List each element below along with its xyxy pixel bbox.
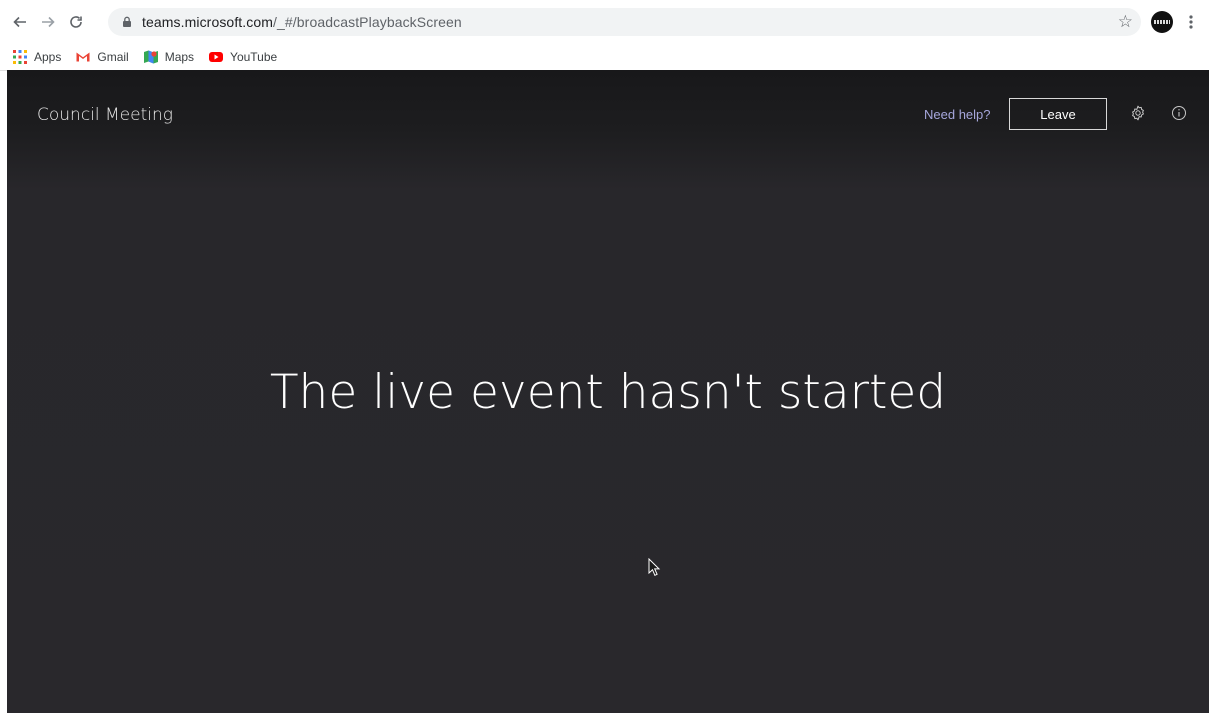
bookmark-gmail[interactable]: Gmail	[75, 49, 129, 65]
lock-icon	[123, 16, 131, 27]
url-path: /_#/broadcastPlaybackScreen	[273, 14, 462, 30]
bookmark-label: Maps	[164, 50, 195, 64]
live-event-page: Council Meeting Need help? Leave The liv…	[7, 70, 1209, 713]
youtube-icon	[209, 52, 224, 62]
bookmark-label: YouTube	[230, 50, 278, 64]
browser-toolbar: teams.microsoft.com/_#/broadcastPlayback…	[0, 0, 1209, 44]
profile-avatar[interactable]	[1151, 11, 1173, 33]
bookmark-label: Gmail	[97, 50, 129, 64]
bookmarks-bar: Apps Gmail Maps YouTube	[0, 44, 1209, 71]
reload-icon[interactable]	[64, 10, 88, 34]
event-status-message: The live event hasn't started	[269, 365, 947, 420]
maps-icon	[143, 50, 158, 64]
menu-kebab-icon[interactable]	[1183, 10, 1199, 34]
address-bar[interactable]: teams.microsoft.com/_#/broadcastPlayback…	[108, 8, 1141, 36]
info-icon[interactable]	[1171, 105, 1187, 121]
need-help-link[interactable]: Need help?	[924, 107, 991, 122]
bookmark-apps[interactable]: Apps	[12, 49, 61, 65]
bookmark-youtube[interactable]: YouTube	[208, 49, 277, 65]
bookmark-star-icon[interactable]: ☆	[1118, 13, 1133, 31]
leave-button[interactable]: Leave	[1009, 98, 1107, 130]
mouse-cursor-icon	[648, 558, 661, 576]
gmail-icon	[76, 52, 90, 62]
url-host: teams.microsoft.com	[142, 14, 274, 30]
apps-grid-icon	[13, 50, 27, 64]
settings-gear-icon[interactable]	[1130, 105, 1146, 121]
event-title: Council Meeting	[37, 105, 173, 125]
url-text: teams.microsoft.com/_#/broadcastPlayback…	[142, 14, 462, 30]
back-arrow-icon[interactable]	[8, 10, 32, 34]
forward-arrow-icon[interactable]	[36, 10, 60, 34]
bookmark-maps[interactable]: Maps	[143, 49, 194, 65]
bookmark-label: Apps	[34, 50, 62, 64]
